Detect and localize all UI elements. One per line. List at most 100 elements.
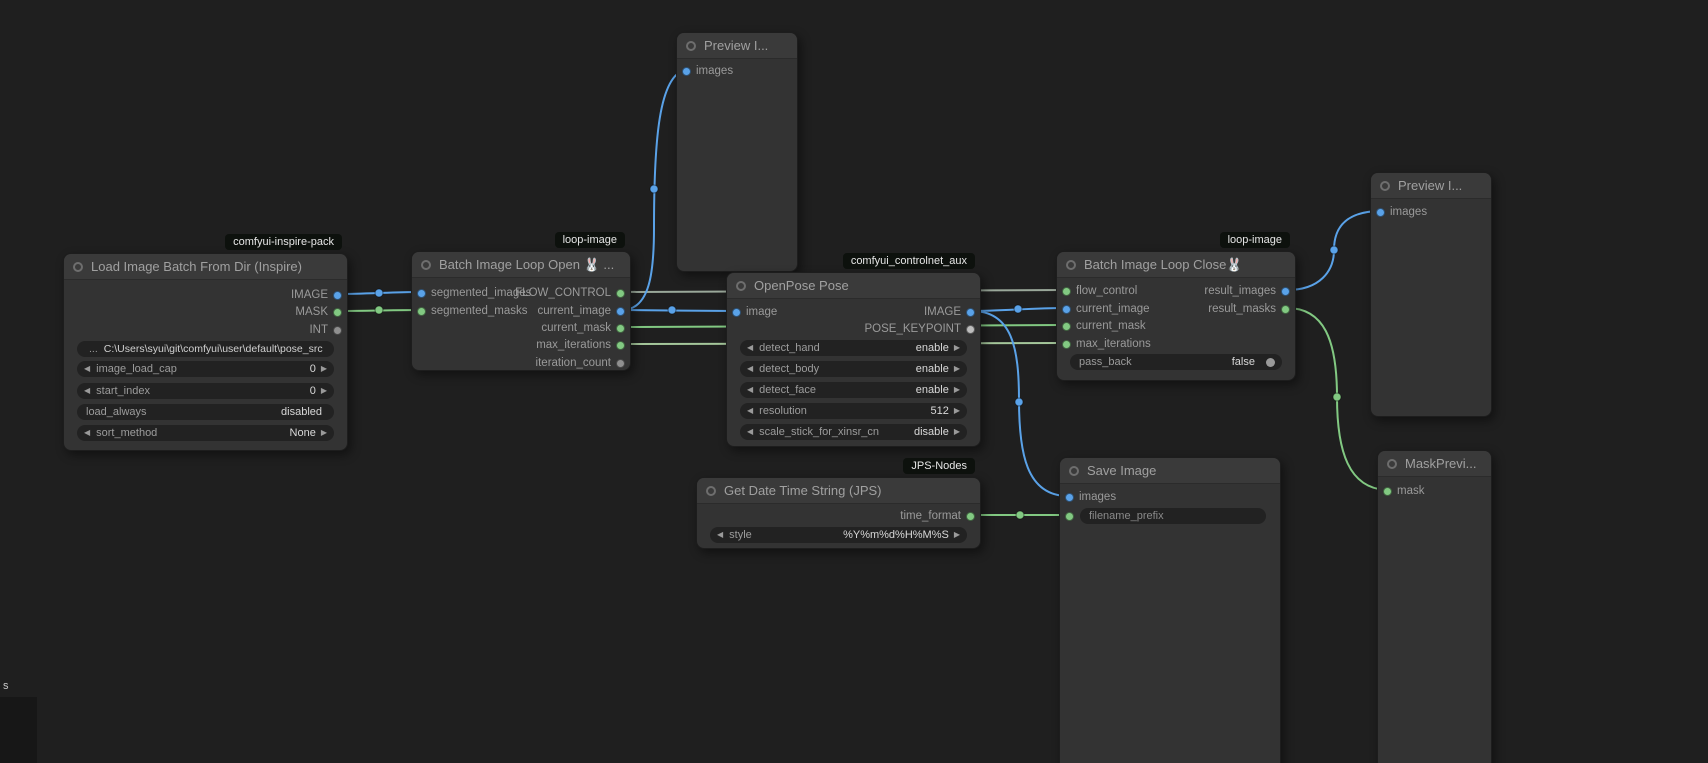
input-slot-images: images xyxy=(677,63,797,79)
output-dot-mask[interactable] xyxy=(1281,305,1290,314)
output-dot-int[interactable] xyxy=(616,341,625,350)
widget-detect-hand[interactable]: ◀ detect_hand enable ▶ xyxy=(740,340,967,356)
slot-label: iteration_count xyxy=(536,355,611,371)
decrement-icon[interactable]: ◀ xyxy=(747,382,753,398)
node-title: Preview I... xyxy=(1398,178,1462,193)
collapse-icon[interactable] xyxy=(1069,466,1079,476)
toggle-dot-icon[interactable] xyxy=(1266,358,1275,367)
node-titlebar[interactable]: Save Image xyxy=(1060,458,1280,484)
widget-style[interactable]: ◀ style %Y%m%d%H%M%S ▶ xyxy=(710,527,967,543)
collapse-icon[interactable] xyxy=(421,260,431,270)
node-batch-image-loop-close[interactable]: loop-image Batch Image Loop Close🐰 flow_… xyxy=(1056,251,1296,381)
node-titlebar[interactable]: OpenPose Pose xyxy=(727,273,980,299)
node-titlebar[interactable]: MaskPrevi... xyxy=(1378,451,1491,477)
collapse-icon[interactable] xyxy=(686,41,696,51)
slot-label: MASK xyxy=(295,304,328,320)
node-title: Preview I... xyxy=(704,38,768,53)
decrement-icon[interactable]: ◀ xyxy=(84,425,90,441)
output-dot-keypoint[interactable] xyxy=(966,325,975,334)
node-titlebar[interactable]: Preview I... xyxy=(1371,173,1491,199)
output-dot-mask[interactable] xyxy=(616,324,625,333)
input-slot-images: images xyxy=(1371,204,1491,220)
collapse-icon[interactable] xyxy=(736,281,746,291)
widget-label: style xyxy=(729,529,752,541)
widget-detect-face[interactable]: ◀ detect_face enable ▶ xyxy=(740,382,967,398)
collapse-icon[interactable] xyxy=(1066,260,1076,270)
slot-label: IMAGE xyxy=(924,304,961,320)
widget-sort-method[interactable]: ◀ sort_method None ▶ xyxy=(77,425,334,441)
collapse-icon[interactable] xyxy=(73,262,83,272)
decrement-icon[interactable]: ◀ xyxy=(747,424,753,440)
input-dot-image[interactable] xyxy=(1376,208,1385,217)
input-dot-mask[interactable] xyxy=(1062,322,1071,331)
node-save-image[interactable]: Save Image images filename_prefix xyxy=(1059,457,1281,763)
input-dot-image[interactable] xyxy=(1065,493,1074,502)
input-dot-image[interactable] xyxy=(682,67,691,76)
output-dot-image[interactable] xyxy=(1281,287,1290,296)
link-midpoint-dot xyxy=(1016,511,1024,519)
output-dot-int[interactable] xyxy=(616,359,625,368)
node-titlebar[interactable]: Batch Image Loop Open 🐰 ... xyxy=(412,252,630,278)
input-dot-string[interactable] xyxy=(1065,512,1074,521)
output-dot-int[interactable] xyxy=(333,326,342,335)
output-slot-image: IMAGE xyxy=(64,287,347,303)
increment-icon[interactable]: ▶ xyxy=(321,383,327,399)
collapse-icon[interactable] xyxy=(706,486,716,496)
node-preview-image-right[interactable]: Preview I... images xyxy=(1370,172,1492,417)
widget-filename-prefix[interactable]: filename_prefix xyxy=(1080,508,1266,524)
increment-icon[interactable]: ▶ xyxy=(954,340,960,356)
slot-label: current_mask xyxy=(541,320,611,336)
collapse-icon[interactable] xyxy=(1387,459,1397,469)
widget-detect-body[interactable]: ◀ detect_body enable ▶ xyxy=(740,361,967,377)
input-dot-mask[interactable] xyxy=(1383,487,1392,496)
increment-icon[interactable]: ▶ xyxy=(321,361,327,377)
increment-icon[interactable]: ▶ xyxy=(321,425,327,441)
input-dot-int[interactable] xyxy=(1062,340,1071,349)
decrement-icon[interactable]: ◀ xyxy=(747,361,753,377)
increment-icon[interactable]: ▶ xyxy=(954,424,960,440)
widget-load-always-toggle[interactable]: load_always disabled xyxy=(77,404,334,420)
output-dot-string[interactable] xyxy=(966,512,975,521)
node-preview-image-top[interactable]: Preview I... images xyxy=(676,32,798,272)
decrement-icon[interactable]: ◀ xyxy=(747,340,753,356)
output-dot-image[interactable] xyxy=(966,308,975,317)
node-titlebar[interactable]: Get Date Time String (JPS) xyxy=(697,478,980,504)
slot-label: mask xyxy=(1397,483,1424,499)
input-slot-max-iterations: max_iterations xyxy=(1057,336,1295,352)
output-dot-image[interactable] xyxy=(616,307,625,316)
increment-icon[interactable]: ▶ xyxy=(954,403,960,419)
node-titlebar[interactable]: Load Image Batch From Dir (Inspire) xyxy=(64,254,347,280)
input-slot-mask: mask xyxy=(1378,483,1491,499)
increment-icon[interactable]: ▶ xyxy=(954,527,960,543)
output-slot-current-image: current_image xyxy=(412,303,630,319)
node-mask-preview[interactable]: MaskPrevi... mask xyxy=(1377,450,1492,763)
graph-canvas[interactable]: s comfyui-inspire-pack Load Image Batch … xyxy=(0,0,1708,763)
widget-start-index[interactable]: ◀ start_index 0 ▶ xyxy=(77,383,334,399)
output-dot-flow[interactable] xyxy=(616,289,625,298)
node-load-image-batch[interactable]: comfyui-inspire-pack Load Image Batch Fr… xyxy=(63,253,348,451)
node-titlebar[interactable]: Batch Image Loop Close🐰 xyxy=(1057,252,1295,278)
widget-label: load_always xyxy=(86,406,147,418)
decrement-icon[interactable]: ◀ xyxy=(717,527,723,543)
node-batch-image-loop-open[interactable]: loop-image Batch Image Loop Open 🐰 ... s… xyxy=(411,251,631,371)
output-slot-iteration-count: iteration_count xyxy=(412,355,630,371)
collapse-icon[interactable] xyxy=(1380,181,1390,191)
output-dot-mask[interactable] xyxy=(333,308,342,317)
node-openpose-pose[interactable]: comfyui_controlnet_aux OpenPose Pose ima… xyxy=(726,272,981,447)
node-get-date-time-string[interactable]: JPS-Nodes Get Date Time String (JPS) tim… xyxy=(696,477,981,549)
decrement-icon[interactable]: ◀ xyxy=(84,383,90,399)
widget-directory-path[interactable]: ... C:\Users\syui\git\comfyui\user\defau… xyxy=(77,341,334,357)
increment-icon[interactable]: ▶ xyxy=(954,361,960,377)
widget-scale-stick-for-xinsr-cn[interactable]: ◀ scale_stick_for_xinsr_cn disable ▶ xyxy=(740,424,967,440)
node-titlebar[interactable]: Preview I... xyxy=(677,33,797,59)
widget-pass-back-toggle[interactable]: pass_back false xyxy=(1070,354,1282,370)
output-slot-mask: MASK xyxy=(64,304,347,320)
output-dot-image[interactable] xyxy=(333,291,342,300)
decrement-icon[interactable]: ◀ xyxy=(747,403,753,419)
increment-icon[interactable]: ▶ xyxy=(954,382,960,398)
widget-image-load-cap[interactable]: ◀ image_load_cap 0 ▶ xyxy=(77,361,334,377)
link-midpoint-dot xyxy=(1330,246,1338,254)
decrement-icon[interactable]: ◀ xyxy=(84,361,90,377)
widget-resolution[interactable]: ◀ resolution 512 ▶ xyxy=(740,403,967,419)
widget-label: ... xyxy=(89,343,98,355)
